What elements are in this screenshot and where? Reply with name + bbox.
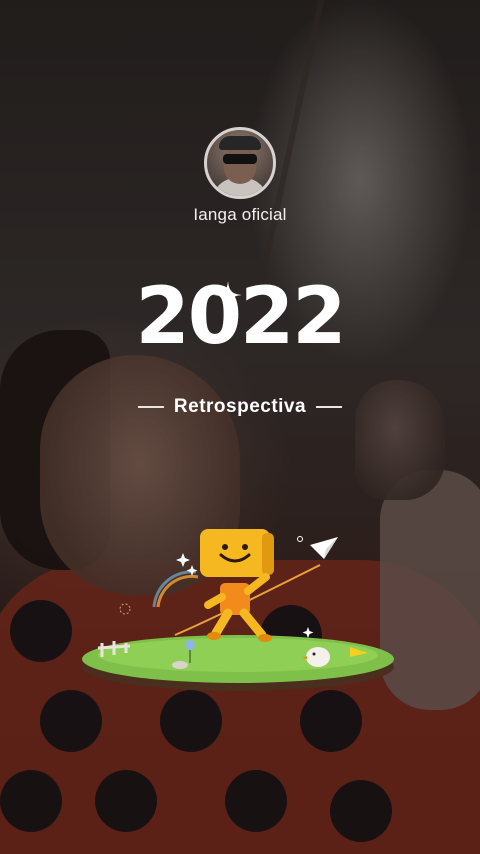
profile-header: Ianga oficial bbox=[0, 127, 480, 225]
sparkle-icon bbox=[214, 281, 242, 309]
rock bbox=[172, 661, 188, 669]
divider-left bbox=[137, 406, 164, 408]
flower bbox=[185, 640, 195, 650]
subtitle: Retrospectiva bbox=[173, 396, 307, 417]
smiley-box-mascot bbox=[200, 529, 274, 642]
rainbow-arc bbox=[156, 574, 199, 608]
username[interactable]: Ianga oficial bbox=[0, 205, 480, 225]
mascot-illustration bbox=[82, 529, 394, 691]
divider-right bbox=[316, 406, 343, 408]
subtitle-row: Retrospectiva bbox=[0, 396, 480, 418]
avatar[interactable] bbox=[204, 127, 276, 199]
avatar-glasses bbox=[223, 154, 257, 164]
paper-plane-icon bbox=[310, 537, 338, 559]
sparkle-small bbox=[176, 553, 190, 567]
avatar-face bbox=[224, 144, 256, 184]
avatar-cap bbox=[219, 136, 261, 150]
retrospective-screen: Ianga oficial 2022 Retrospectiva bbox=[0, 0, 480, 854]
